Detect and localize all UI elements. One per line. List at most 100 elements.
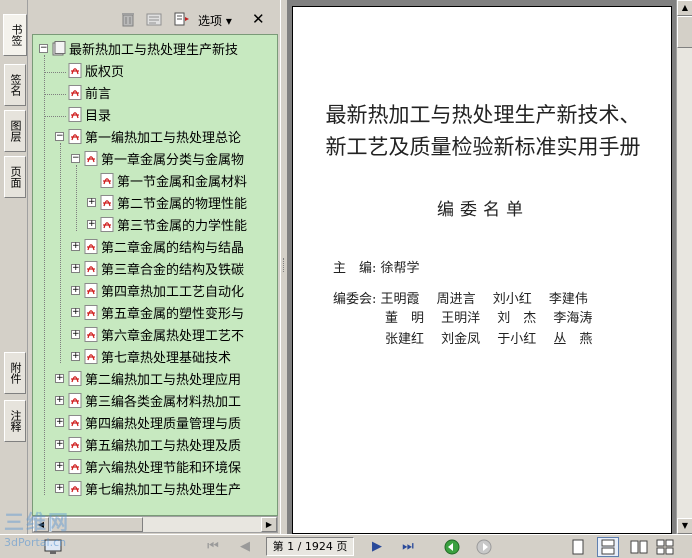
- navigation-bar: ⏮ ◀ 第 1 / 1924 页 ▶ ⏭: [0, 534, 692, 558]
- expand-icon[interactable]: +: [55, 395, 64, 405]
- bookmark-item[interactable]: + 第六编热处理节能和环境保: [55, 457, 242, 476]
- pdf-bookmark-icon: [100, 172, 114, 188]
- bookmark-item[interactable]: + 第七章热处理基础技术: [71, 347, 232, 366]
- committee-line-3: 张建红 刘金凤 于小红 丛 燕: [333, 332, 593, 347]
- bookmark-label: 最新热加工与热处理生产新技: [69, 42, 239, 58]
- bookmark-item[interactable]: + 第四章热加工工艺自动化: [71, 281, 244, 300]
- expand-icon[interactable]: +: [71, 285, 80, 295]
- bookmark-item[interactable]: + 第六章金属热处理工艺不: [71, 325, 245, 344]
- pdf-bookmark-icon: [84, 238, 98, 254]
- pdf-bookmark-icon: [100, 194, 114, 210]
- pdf-bookmark-icon: [68, 414, 82, 430]
- collapse-icon[interactable]: −: [71, 153, 80, 163]
- pdf-bookmark-icon: [68, 392, 82, 408]
- bookmark-item[interactable]: + 第二章金属的结构与结晶: [71, 237, 244, 256]
- expand-icon[interactable]: +: [71, 307, 80, 317]
- bookmark-item[interactable]: 第一节金属和金属材料: [87, 171, 248, 190]
- tab-signatures[interactable]: 签名: [4, 64, 26, 106]
- tab-bookmarks[interactable]: 书签: [3, 14, 27, 56]
- pdf-bookmark-icon: [100, 216, 114, 232]
- page-subtitle: 编委名单: [437, 200, 529, 220]
- page-title-line-1: 最新热加工与热处理生产新技术、: [325, 103, 641, 127]
- bookmark-label: 目录: [85, 108, 112, 124]
- expand-icon[interactable]: +: [87, 219, 96, 229]
- facing-pages-icon[interactable]: [630, 539, 648, 555]
- bookmark-label: 第一节金属和金属材料: [117, 174, 248, 190]
- document-vertical-scrollbar[interactable]: ▲ ▼: [676, 0, 692, 534]
- pdf-bookmark-icon: [84, 260, 98, 276]
- bookmark-item[interactable]: + 第五章金属的塑性变形与: [71, 303, 245, 322]
- tab-layers[interactable]: 图层: [4, 110, 26, 152]
- continuous-page-icon[interactable]: [597, 537, 619, 557]
- expand-icon[interactable]: +: [55, 483, 64, 493]
- options-menu-button[interactable]: 选项 ▾: [198, 12, 232, 29]
- bookmark-item[interactable]: 目录: [55, 105, 112, 124]
- continuous-facing-icon[interactable]: [656, 539, 674, 555]
- scroll-up-arrow-icon[interactable]: ▲: [677, 0, 692, 16]
- bookmark-item[interactable]: + 第四编热处理质量管理与质: [55, 413, 242, 432]
- document-icon: [52, 40, 66, 55]
- tree-line: [76, 165, 77, 231]
- last-page-button[interactable]: ⏭: [398, 539, 418, 555]
- expand-icon[interactable]: +: [55, 461, 64, 471]
- expand-icon[interactable]: +: [71, 241, 80, 251]
- single-page-icon[interactable]: [570, 539, 586, 555]
- bookmark-item[interactable]: − 第一章金属分类与金属物: [71, 149, 244, 168]
- bookmark-item[interactable]: 版权页: [55, 61, 125, 80]
- tab-attachments[interactable]: 附件: [4, 352, 26, 394]
- bookmark-item[interactable]: − 第一编热加工与热处理总论: [55, 127, 241, 146]
- document-view[interactable]: 最新热加工与热处理生产新技术、 新工艺及质量检验新标准实用手册 编委名单 主 编…: [288, 0, 676, 534]
- bookmark-item[interactable]: + 第二编热加工与热处理应用: [55, 369, 242, 388]
- expand-icon[interactable]: +: [55, 417, 64, 427]
- bookmark-label: 第三节金属的力学性能: [117, 218, 248, 234]
- bookmark-item[interactable]: + 第二节金属的物理性能: [87, 193, 247, 212]
- bookmark-label: 第六编热处理节能和环境保: [85, 460, 242, 476]
- first-page-button[interactable]: ⏮: [204, 539, 222, 555]
- pdf-bookmark-icon: [84, 348, 98, 364]
- scroll-right-arrow-icon[interactable]: ▶: [261, 517, 277, 532]
- bookmark-label: 第四编热处理质量管理与质: [85, 416, 242, 432]
- side-tab-strip: 书签 签名 图层 页面 附件 注释: [0, 0, 28, 534]
- bookmark-label: 第五章金属的塑性变形与: [101, 306, 245, 322]
- tab-pages[interactable]: 页面: [4, 156, 26, 198]
- expand-icon[interactable]: +: [87, 197, 96, 207]
- collapse-icon[interactable]: −: [39, 43, 48, 53]
- panel-splitter[interactable]: [280, 0, 288, 534]
- go-forward-icon[interactable]: [476, 539, 492, 555]
- trash-icon[interactable]: [120, 12, 136, 27]
- splitter-grip[interactable]: [283, 258, 286, 272]
- bookmark-root[interactable]: − 最新热加工与热处理生产新技: [39, 39, 239, 58]
- bookmark-label: 第七章热处理基础技术: [101, 350, 232, 366]
- bookmark-label: 版权页: [85, 64, 125, 80]
- bookmark-item[interactable]: + 第七编热加工与热处理生产: [55, 479, 241, 498]
- bookmark-item[interactable]: + 第三编各类金属材料热加工: [55, 391, 241, 410]
- expand-icon[interactable]: +: [55, 439, 64, 449]
- expand-bookmark-icon[interactable]: [174, 12, 190, 27]
- scroll-thumb[interactable]: [677, 16, 692, 48]
- committee-line-2: 董 明 王明洋 刘 杰 李海涛: [333, 311, 593, 326]
- go-back-icon[interactable]: [444, 539, 460, 555]
- committee-line-1: 编委会: 王明霞 周进言 刘小红 李建伟: [333, 292, 588, 307]
- pdf-bookmark-icon: [84, 304, 98, 320]
- close-panel-button[interactable]: ✕: [252, 10, 265, 28]
- expand-icon[interactable]: +: [71, 263, 80, 273]
- bookmark-item[interactable]: + 第五编热加工与热处理及质: [55, 435, 241, 454]
- bookmarks-toolbar: 选项 ▾ ✕: [28, 6, 280, 32]
- bookmark-label: 第六章金属热处理工艺不: [101, 328, 245, 344]
- pdf-bookmark-icon: [68, 480, 82, 496]
- expand-icon[interactable]: +: [71, 351, 80, 361]
- bookmark-item[interactable]: + 第三节金属的力学性能: [87, 215, 248, 234]
- bookmark-label: 第二编热加工与热处理应用: [85, 372, 242, 388]
- scroll-down-arrow-icon[interactable]: ▼: [677, 518, 692, 534]
- collapse-icon[interactable]: −: [55, 131, 64, 141]
- pdf-bookmark-icon: [68, 436, 82, 452]
- expand-icon[interactable]: +: [55, 373, 64, 383]
- next-page-button[interactable]: ▶: [368, 539, 386, 555]
- previous-page-button[interactable]: ◀: [236, 539, 254, 555]
- tab-comments[interactable]: 注释: [4, 400, 26, 442]
- properties-icon[interactable]: [146, 12, 162, 27]
- expand-icon[interactable]: +: [71, 329, 80, 339]
- page-number-field[interactable]: 第 1 / 1924 页: [266, 537, 354, 556]
- bookmark-item[interactable]: + 第三章合金的结构及铁碳: [71, 259, 244, 278]
- bookmark-item[interactable]: 前言: [55, 83, 111, 102]
